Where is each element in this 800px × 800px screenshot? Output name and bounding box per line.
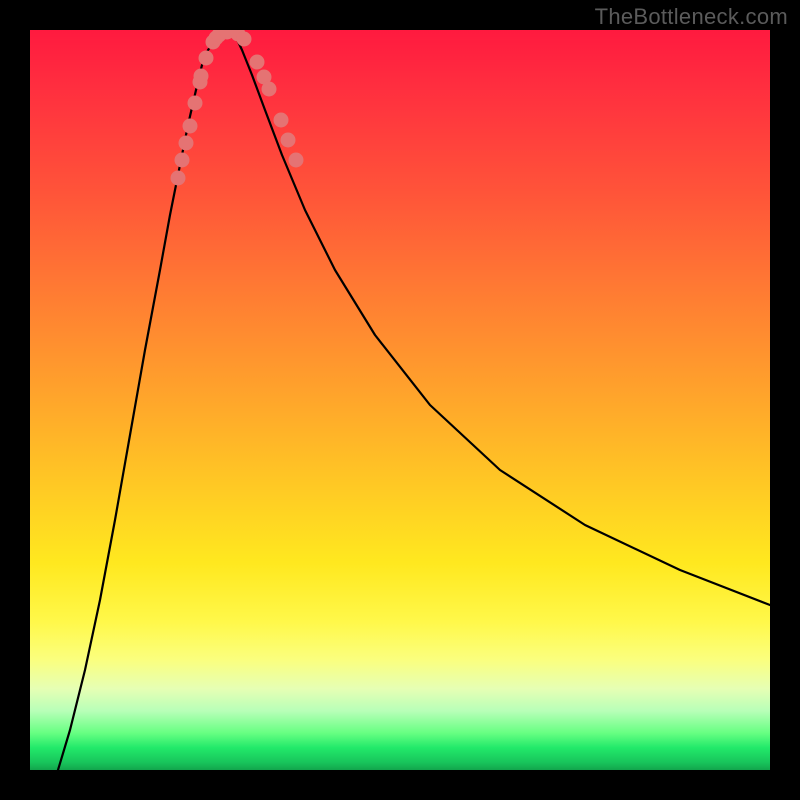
curve-right xyxy=(230,30,770,605)
highlight-dot xyxy=(274,113,289,128)
highlight-dot xyxy=(237,32,252,47)
highlight-dot xyxy=(171,171,186,186)
highlight-dot xyxy=(194,69,209,84)
chart-frame: TheBottleneck.com xyxy=(0,0,800,800)
highlight-dot xyxy=(262,82,277,97)
highlight-dot xyxy=(199,51,214,66)
highlight-dot xyxy=(250,55,265,70)
curve-left xyxy=(58,30,230,770)
highlight-dot xyxy=(188,96,203,111)
highlight-dot xyxy=(175,153,190,168)
highlight-dot xyxy=(281,133,296,148)
highlight-dots xyxy=(171,30,304,186)
curve-svg xyxy=(30,30,770,770)
plot-area xyxy=(30,30,770,770)
watermark-label: TheBottleneck.com xyxy=(595,4,788,30)
highlight-dot xyxy=(289,153,304,168)
highlight-dot xyxy=(179,136,194,151)
highlight-dot xyxy=(183,119,198,134)
